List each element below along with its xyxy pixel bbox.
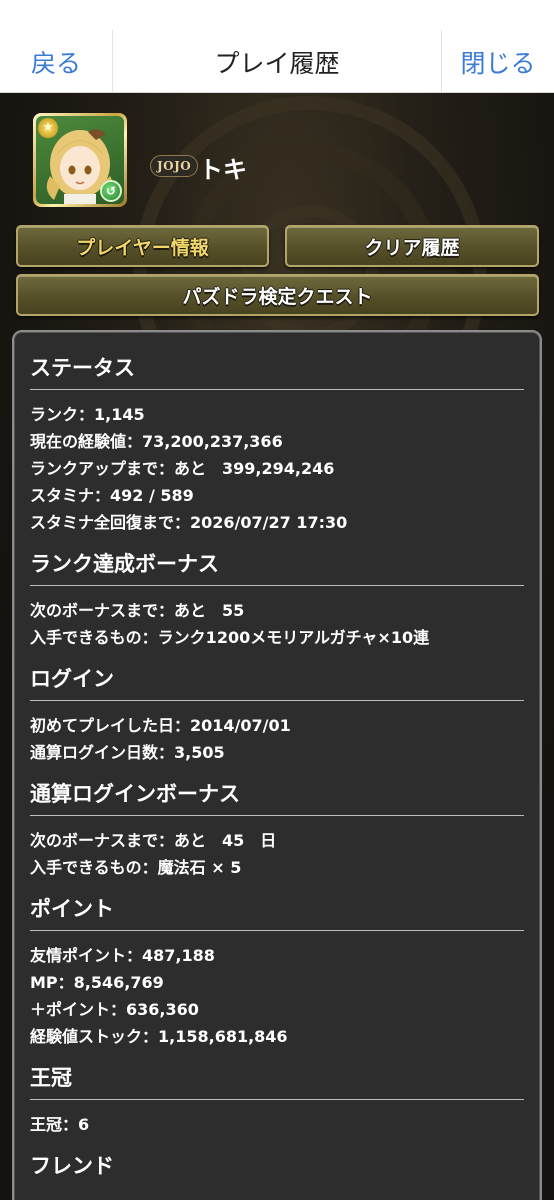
divider [30,815,524,816]
tab-quiz-quest[interactable]: パズドラ検定クエスト [16,274,539,316]
tab-clear-history[interactable]: クリア履歴 [285,225,539,267]
divider [30,700,524,701]
stamina-line: スタミナ：492 / 589 [30,486,194,505]
close-button[interactable]: 閉じる [441,30,554,93]
login-section: ログイン 初めてプレイした日：2014/07/01 通算ログイン日数：3,505 [30,663,524,766]
info-panel: ステータス ランク：1,145 現在の経験値：73,200,237,366 ラン… [12,330,542,1200]
section-title: 通算ログインボーナス [30,782,240,806]
section-title: ステータス [30,356,135,380]
current-exp-line: 現在の経験値：73,200,237,366 [30,432,283,451]
rank-line: ランク：1,145 [30,405,145,424]
crown-section: 王冠 王冠：6 [30,1062,524,1138]
divider [30,1099,524,1100]
section-title: 王冠 [30,1066,72,1090]
next-bonus-line: 次のボーナスまで：あと 55 [30,601,245,620]
section-title: ログイン [30,667,114,691]
bonus-reward-line: 入手できるもの：ランク1200メモリアルガチャ×10連 [30,628,430,647]
player-name: トキ [199,156,247,184]
wood-attribute-icon: ↺ [100,180,122,202]
exp-to-rankup-line: ランクアップまで：あと 399,294,246 [30,459,335,478]
section-title: ランク達成ボーナス [30,552,219,576]
navigation-bar: 戻る プレイ履歴 閉じる [0,0,554,93]
divider [30,585,524,586]
friend-section: フレンド [30,1150,524,1185]
stamina-full-line: スタミナ全回復まで：2026/07/27 17:30 [30,513,348,532]
login-bonus-reward-line: 入手できるもの：魔法石 × 5 [30,858,242,877]
section-title: ポイント [30,897,114,921]
login-bonus-section: 通算ログインボーナス 次のボーナスまで：あと 45 日 入手できるもの：魔法石 … [30,778,524,881]
exp-stock-line: 経験値ストック：1,158,681,846 [30,1027,288,1046]
page-title: プレイ履歴 [214,48,340,78]
back-button[interactable]: 戻る [0,30,113,93]
friend-points-line: 友情ポイント：487,188 [30,946,215,965]
divider [30,930,524,931]
first-play-line: 初めてプレイした日：2014/07/01 [30,716,291,735]
tab-player-info[interactable]: プレイヤー情報 [16,225,269,267]
divider [30,389,524,390]
plus-points-line: ＋ポイント：636,360 [30,1000,199,1019]
mp-line: MP：8,546,769 [30,973,164,992]
points-section: ポイント 友情ポイント：487,188 MP：8,546,769 ＋ポイント：6… [30,893,524,1050]
player-avatar[interactable]: ★ ↺ [33,113,127,207]
next-login-bonus-line: 次のボーナスまで：あと 45 日 [30,831,277,850]
rank-bonus-section: ランク達成ボーナス 次のボーナスまで：あと 55 入手できるもの：ランク1200… [30,548,524,651]
login-days-line: 通算ログイン日数：3,505 [30,743,225,762]
crown-line: 王冠：6 [30,1115,90,1134]
section-title: フレンド [30,1154,114,1178]
star-icon: ★ [38,118,58,138]
collab-badge: JOJO [150,155,199,177]
status-section: ステータス ランク：1,145 現在の経験値：73,200,237,366 ラン… [30,352,524,536]
